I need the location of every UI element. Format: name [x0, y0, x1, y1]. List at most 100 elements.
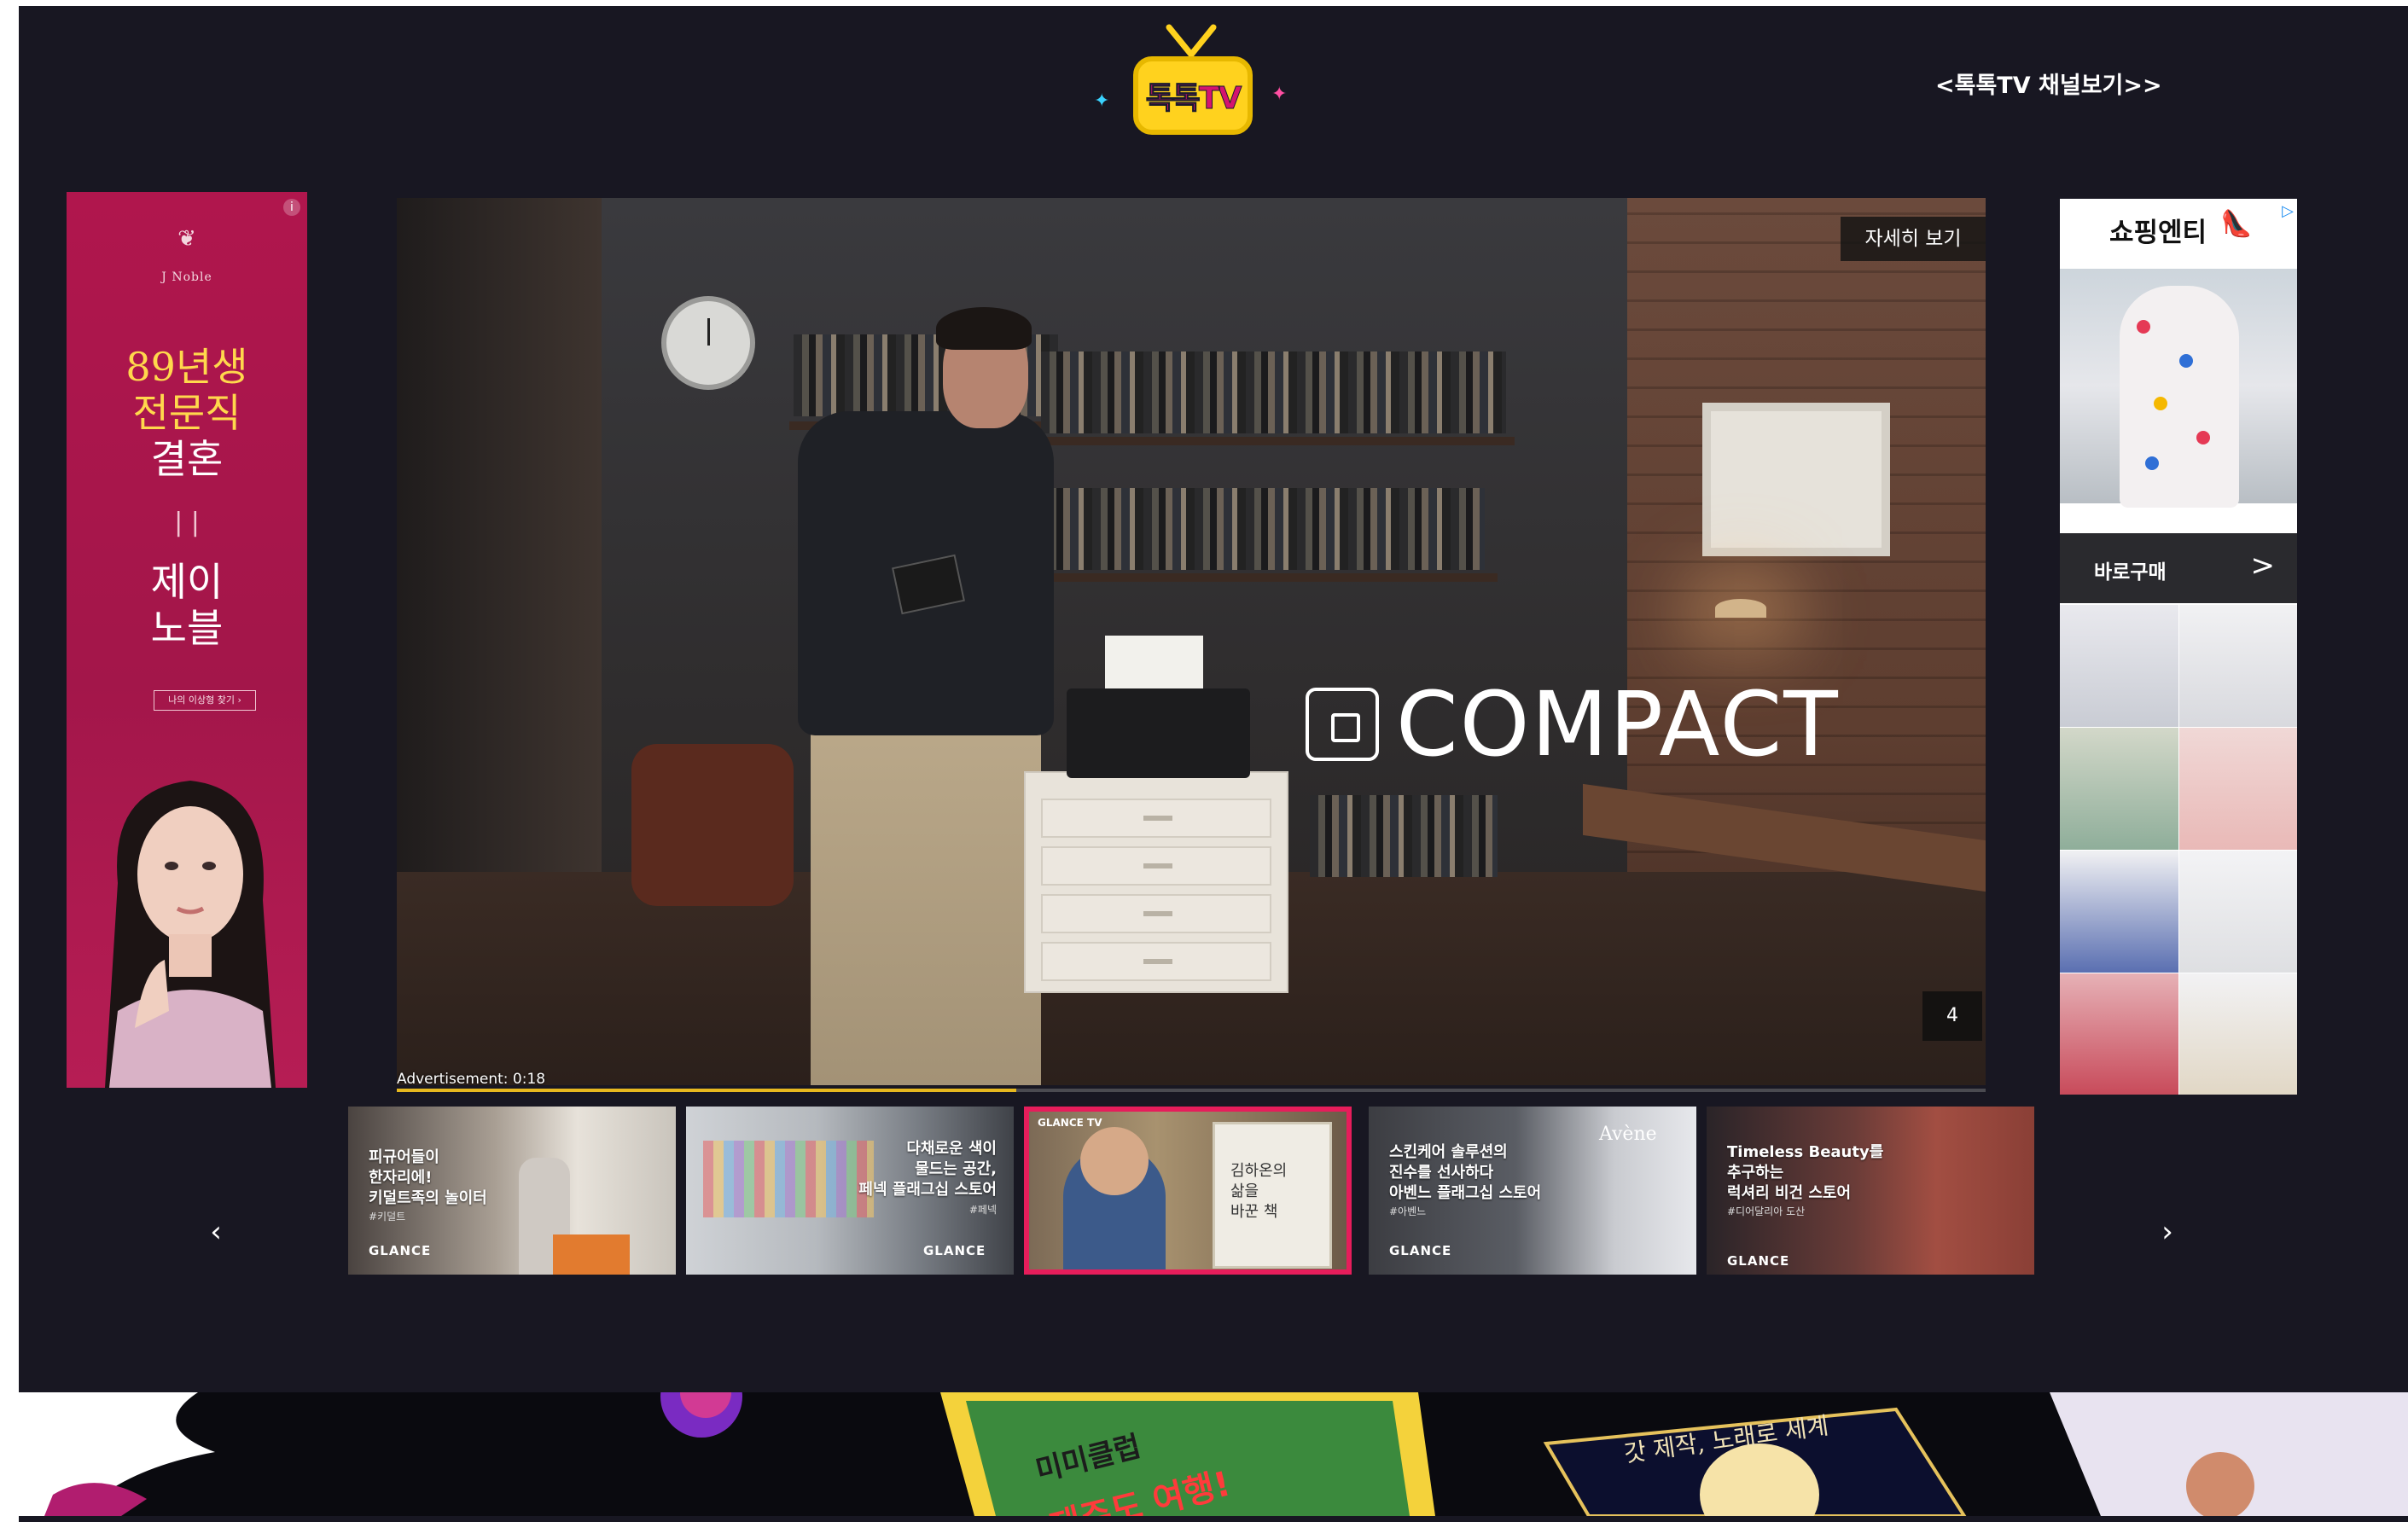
title-line: 피규어들이 [369, 1148, 439, 1166]
product-thumbnail[interactable] [2179, 605, 2297, 727]
title-line: 추구하는 [1727, 1164, 1784, 1182]
buy-now-label: 바로구매 [2094, 561, 2167, 584]
pattern-dot [2137, 320, 2150, 334]
high-heel-icon: 👠 [2220, 209, 2253, 239]
carousel-prev-button[interactable]: ‹ [199, 1215, 233, 1249]
compact-icon [1306, 688, 1379, 761]
desk-lamp [1715, 599, 1766, 618]
channel-link[interactable]: <톡톡TV 채널보기>> [1935, 67, 2162, 100]
ad-cta-button[interactable]: 나의 이상형 찾기 › [154, 690, 256, 711]
shopping-brand-name: 쇼핑엔티 [2109, 218, 2207, 248]
product-thumbnail[interactable] [2179, 851, 2297, 973]
title-line: 키덜트족의 놀이터 [369, 1189, 487, 1207]
ad-product-image [2060, 269, 2297, 508]
carousel-item-title: 다채로운 색이 물드는 공간, 페넥 플래그십 스토어 [858, 1139, 997, 1200]
product-thumbnail[interactable] [2179, 973, 2297, 1095]
pattern-dot [2145, 456, 2159, 470]
title-line: 물드는 공간, [915, 1160, 997, 1178]
ad-timer-label: Advertisement: 0:18 [397, 1071, 546, 1088]
left-ad-banner[interactable]: i ❦ J Noble 89년생 전문직 결혼 | | 제이 노블 나의 이상형… [67, 192, 307, 1088]
top-border [0, 0, 2408, 6]
ad-divider: | | [174, 508, 200, 537]
armchair [631, 744, 794, 906]
video-progress-bar[interactable] [397, 1089, 1986, 1092]
ad-brand-name: J Noble [161, 270, 212, 284]
skip-countdown: 4 [1922, 991, 1982, 1041]
drawer-handle [1143, 959, 1172, 964]
product-thumbnail[interactable] [2060, 973, 2178, 1095]
more-info-button[interactable]: 자세히 보기 [1841, 217, 1986, 261]
pattern-dot [2179, 354, 2193, 368]
bookshelf-row [1041, 351, 1506, 433]
title-line: 한자리에! [369, 1169, 433, 1187]
ad-subtitle-line-1: 제이 [150, 559, 224, 605]
carousel-item-title: Timeless Beauty를 추구하는 럭셔리 비건 스토어 [1727, 1142, 1883, 1204]
bookshelf-row [1310, 795, 1498, 877]
figure-box [553, 1234, 630, 1275]
shelf [1037, 437, 1515, 445]
carousel-item[interactable]: Timeless Beauty를 추구하는 럭셔리 비건 스토어 #디어달리아 … [1707, 1107, 2034, 1275]
title-line: 다채로운 색이 [906, 1140, 997, 1158]
chevron-right-icon: > [2250, 549, 2276, 583]
carousel-item[interactable]: 피규어들이 한자리에! 키덜트족의 놀이터 #키덜트 GLANCE [348, 1107, 676, 1275]
video-player[interactable]: COMPACT 자세히 보기 4 [397, 198, 1986, 1085]
carousel-item-active[interactable]: GLANCE TV 김하온의 삶을 바꾼 책 [1024, 1107, 1352, 1275]
ad-headline-line-3: 결혼 [150, 436, 224, 482]
ad-headline-line-2: 전문직 [132, 390, 241, 436]
logo-text: 톡톡TV [1145, 81, 1242, 117]
carousel-item[interactable]: Avène 스킨케어 솔루션의 진수를 선사하다 아벤느 플래그십 스토어 #아… [1369, 1107, 1696, 1275]
logo-badge: 톡톡TV [1133, 56, 1253, 135]
right-ad-banner[interactable]: 쇼핑엔티 👠 ▷ 바로구매 > [2060, 199, 2297, 1095]
drawer [1041, 942, 1271, 981]
carousel-item-title: 피규어들이 한자리에! 키덜트족의 놀이터 [369, 1147, 487, 1209]
glance-logo: GLANCE [1727, 1253, 1790, 1269]
drawer-handle [1143, 911, 1172, 916]
adchoices-icon[interactable]: ▷ [2282, 202, 2294, 220]
drawer-handle [1143, 816, 1172, 821]
carousel-item-tag: #디어달리아 도산 [1727, 1205, 1806, 1217]
bookshelf-row [1041, 488, 1485, 570]
pattern-dot [2154, 397, 2167, 410]
store-sign: Avène [1599, 1124, 1657, 1145]
wall-clock [661, 296, 755, 390]
title-line: 스킨케어 솔루션의 [1389, 1143, 1508, 1161]
spark-icon: ✦ [1094, 90, 1110, 112]
product-grid [2060, 605, 2297, 1095]
ad-info-icon[interactable]: i [283, 199, 300, 216]
overlay-word: COMPACT [1396, 672, 1840, 776]
buy-now-button[interactable]: 바로구매 > [2060, 533, 2297, 603]
model-figure [2120, 286, 2239, 508]
glance-logo: GLANCE [369, 1243, 432, 1258]
title-line: 김하온의 [1230, 1162, 1288, 1180]
man-hair [936, 307, 1032, 350]
brand-monogram-icon: ❦ [177, 226, 196, 252]
color-wall [703, 1141, 874, 1217]
drawer-handle [1143, 863, 1172, 868]
framed-art [1702, 403, 1890, 556]
person-face [1080, 1127, 1149, 1195]
carousel-item-tag: GLANCE TV [1038, 1117, 1102, 1129]
bottom-banner-strip[interactable]: 미미클럽 제주도 여행! 갓 제작, 노래로 세계 [19, 1392, 2408, 1516]
carousel-item-tag: #키덜트 [369, 1211, 406, 1223]
carousel-item-tag: #아벤느 [1389, 1205, 1427, 1217]
ad-subtitle-line-2: 노블 [150, 605, 224, 651]
title-line: 바꾼 책 [1230, 1203, 1278, 1221]
product-thumbnail[interactable] [2060, 851, 2178, 973]
shelf [1037, 573, 1498, 582]
product-thumbnail[interactable] [2060, 728, 2178, 850]
product-thumbnail[interactable] [2179, 728, 2297, 850]
carousel-item-title: 김하온의 삶을 바꾼 책 [1230, 1161, 1287, 1223]
carousel-next-button[interactable]: › [2150, 1215, 2184, 1249]
ad-subtitle: 제이 노블 [67, 559, 307, 651]
glance-logo: GLANCE [1389, 1243, 1452, 1258]
printer-paper [1105, 636, 1203, 692]
carousel-item[interactable]: 다채로운 색이 물드는 공간, 페넥 플래그십 스토어 #페넥 GLANCE [686, 1107, 1014, 1275]
ad-model-image [105, 781, 276, 1088]
title-line: 삶을 [1230, 1182, 1259, 1200]
spark-icon: ✦ [1271, 84, 1288, 105]
video-progress-fill [397, 1089, 1017, 1092]
toktok-tv-logo[interactable]: ✦ ✦ ★ 톡톡TV [1082, 24, 1304, 152]
printer [1067, 688, 1250, 778]
product-thumbnail[interactable] [2060, 605, 2178, 727]
title-line: 진수를 선사하다 [1389, 1164, 1494, 1182]
